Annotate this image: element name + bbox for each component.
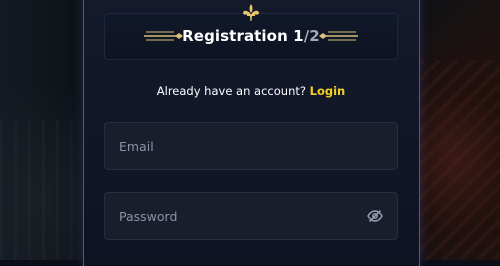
password-input[interactable]: [105, 193, 397, 239]
password-field[interactable]: [104, 192, 398, 240]
email-field[interactable]: [104, 122, 398, 170]
eye-off-icon[interactable]: [367, 209, 383, 223]
account-prompt: Already have an account? Login: [104, 82, 398, 100]
background-architecture: [0, 120, 80, 260]
fleur-de-lis-icon: [243, 4, 259, 21]
background-wing: [420, 60, 500, 260]
email-input[interactable]: [105, 123, 397, 169]
right-ornament-icon: [319, 31, 358, 41]
account-prompt-text: Already have an account?: [156, 84, 310, 98]
login-link[interactable]: Login: [310, 84, 346, 98]
